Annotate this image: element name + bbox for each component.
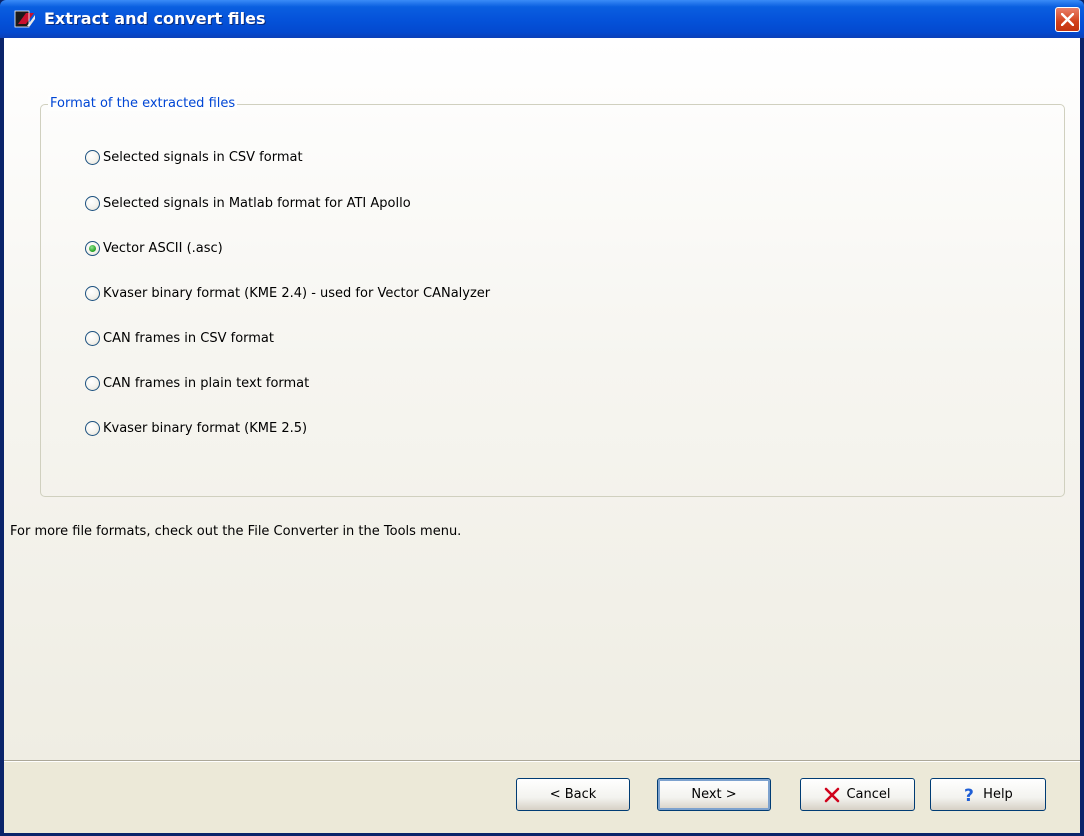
option-label: Selected signals in CSV format <box>103 149 303 165</box>
cancel-button[interactable]: Cancel <box>800 778 915 811</box>
cancel-button-label: Cancel <box>846 787 891 802</box>
radio-button[interactable] <box>85 285 100 301</box>
back-button[interactable]: < Back <box>516 778 630 811</box>
next-button-label: Next > <box>691 787 737 802</box>
svg-text:?: ? <box>964 786 974 804</box>
radio-button-checked[interactable] <box>85 240 100 256</box>
question-mark-icon: ? <box>963 786 977 804</box>
option-can-csv[interactable]: CAN frames in CSV format <box>85 328 274 348</box>
radio-button[interactable] <box>85 375 100 391</box>
radio-button[interactable] <box>85 195 100 211</box>
option-label: Kvaser binary format (KME 2.4) - used fo… <box>103 285 491 301</box>
dialog-client-area: Format of the extracted files Selected s… <box>4 38 1080 833</box>
help-button-label: Help <box>983 787 1013 802</box>
back-button-label: < Back <box>549 787 597 802</box>
radio-button[interactable] <box>85 149 100 165</box>
close-button[interactable] <box>1055 7 1080 32</box>
red-x-icon <box>824 787 840 803</box>
title-bar[interactable]: Extract and convert files <box>0 0 1084 38</box>
groupbox-legend: Format of the extracted files <box>48 96 238 111</box>
file-converter-hint: For more file formats, check out the Fil… <box>10 524 462 539</box>
option-label: Kvaser binary format (KME 2.5) <box>103 420 308 436</box>
radio-button[interactable] <box>85 420 100 436</box>
button-bar-divider <box>4 760 1080 762</box>
option-kme24[interactable]: Kvaser binary format (KME 2.4) - used fo… <box>85 283 490 303</box>
window-title: Extract and convert files <box>44 9 266 28</box>
option-vector-ascii[interactable]: Vector ASCII (.asc) <box>85 238 223 258</box>
option-label: Vector ASCII (.asc) <box>103 240 223 256</box>
option-matlab-signals[interactable]: Selected signals in Matlab format for AT… <box>85 193 411 213</box>
close-icon <box>1061 13 1074 26</box>
option-can-plain-text[interactable]: CAN frames in plain text format <box>85 373 309 393</box>
format-groupbox: Format of the extracted files Selected s… <box>40 96 1065 497</box>
option-label: CAN frames in plain text format <box>103 375 310 391</box>
option-csv-signals[interactable]: Selected signals in CSV format <box>85 147 303 167</box>
option-kme25[interactable]: Kvaser binary format (KME 2.5) <box>85 418 307 438</box>
option-label: Selected signals in Matlab format for AT… <box>103 195 411 211</box>
app-logo-icon <box>14 9 36 29</box>
help-button[interactable]: ? Help <box>930 778 1046 811</box>
wizard-page: Format of the extracted files Selected s… <box>4 38 1080 760</box>
dialog-window: Extract and convert files Format of the … <box>0 0 1084 836</box>
radio-button[interactable] <box>85 330 100 346</box>
next-button[interactable]: Next > <box>657 778 771 811</box>
option-label: CAN frames in CSV format <box>103 330 274 346</box>
